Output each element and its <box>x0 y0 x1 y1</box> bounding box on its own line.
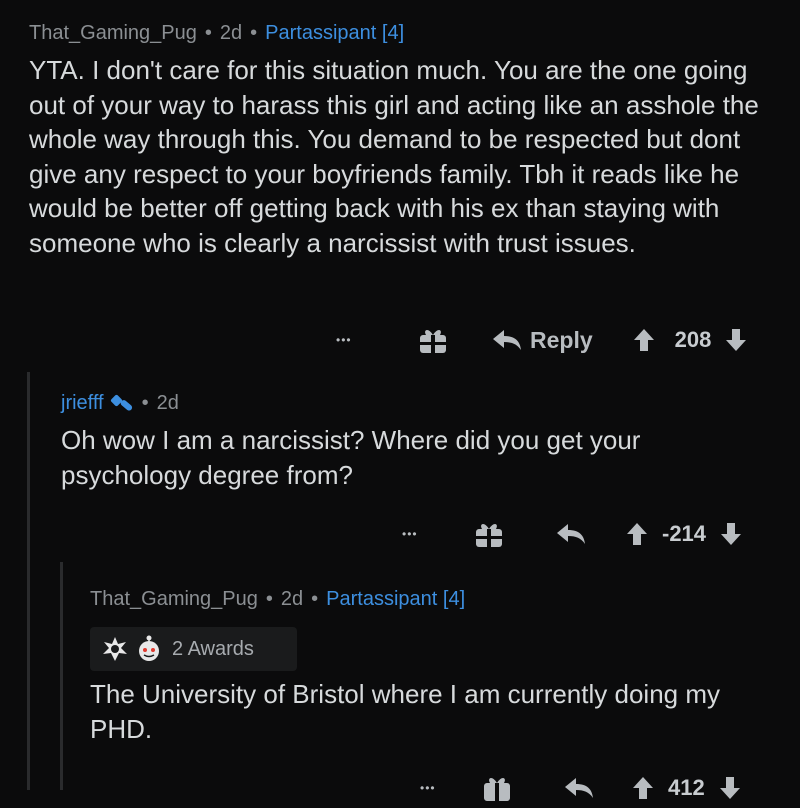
username[interactable]: jriefff <box>61 392 104 415</box>
separator-dot: • <box>141 392 149 414</box>
user-flair: Partassipant [4] <box>265 22 405 44</box>
separator-dot: • <box>204 22 212 44</box>
comment-meta: jriefff • 2d <box>61 392 781 415</box>
timestamp: 2d <box>219 22 243 44</box>
separator-dot: • <box>265 588 273 610</box>
upvote-icon <box>633 329 654 351</box>
upvote-button[interactable] <box>632 776 654 800</box>
thread-line[interactable] <box>27 372 30 790</box>
downvote-button[interactable] <box>719 776 741 800</box>
upvote-button[interactable] <box>626 522 648 546</box>
username[interactable]: That_Gaming_Pug <box>29 22 197 45</box>
reply-icon <box>493 330 521 350</box>
upvote-icon <box>633 777 653 799</box>
comment-actions: ••• -214 <box>402 514 742 554</box>
timestamp: 2d <box>156 392 179 414</box>
more-options-button[interactable]: ••• <box>336 333 396 347</box>
mod-badge-icon <box>110 393 134 415</box>
comment-meta: That_Gaming_Pug • 2d • Partassipant [4] <box>29 22 789 45</box>
more-options-button[interactable]: ••• <box>402 527 452 541</box>
timestamp: 2d <box>280 588 304 610</box>
vote-score: 208 <box>674 327 712 352</box>
comment-body: YTA. I don't care for this situation muc… <box>29 55 759 258</box>
comment-1: That_Gaming_Pug • 2d • Partassipant [4] … <box>29 22 789 260</box>
downvote-button[interactable] <box>725 328 747 352</box>
comment-meta: That_Gaming_Pug • 2d • Partassipant [4] <box>90 588 790 611</box>
more-options-button[interactable]: ••• <box>420 781 460 795</box>
upvote-icon <box>627 523 647 545</box>
awards-bar[interactable]: 2 Awards <box>90 627 297 671</box>
award-icon <box>139 635 159 661</box>
gift-icon[interactable] <box>418 326 448 354</box>
reply-button[interactable]: Reply <box>492 327 593 354</box>
vote-score: -214 <box>662 521 707 546</box>
gift-icon[interactable] <box>474 520 504 548</box>
reply-icon[interactable] <box>564 777 594 799</box>
awards-count: 2 Awards <box>172 637 254 660</box>
comment-3: That_Gaming_Pug • 2d • Partassipant [4] … <box>90 588 790 746</box>
downvote-button[interactable] <box>720 522 742 546</box>
separator-dot: • <box>250 22 258 44</box>
comment-actions: ••• Reply 208 <box>336 320 747 360</box>
thread-line[interactable] <box>60 562 63 790</box>
downvote-icon <box>726 329 747 351</box>
vote-score: 412 <box>668 775 705 800</box>
comment-body: The University of Bristol where I am cur… <box>90 679 720 744</box>
separator-dot: • <box>311 588 319 610</box>
award-icon <box>103 637 127 661</box>
gift-icon[interactable] <box>482 774 512 802</box>
username[interactable]: That_Gaming_Pug <box>90 588 258 611</box>
downvote-icon <box>719 777 740 799</box>
comment-2: jriefff • 2d Oh wow I am a narcissist? W… <box>61 392 781 492</box>
comment-body: Oh wow I am a narcissist? Where did you … <box>61 425 641 490</box>
reply-label: Reply <box>530 326 593 353</box>
upvote-button[interactable] <box>633 328 655 352</box>
comment-actions: ••• 412 <box>420 768 741 808</box>
user-flair: Partassipant [4] <box>326 588 466 610</box>
reply-icon[interactable] <box>556 523 586 545</box>
downvote-icon <box>721 523 742 545</box>
